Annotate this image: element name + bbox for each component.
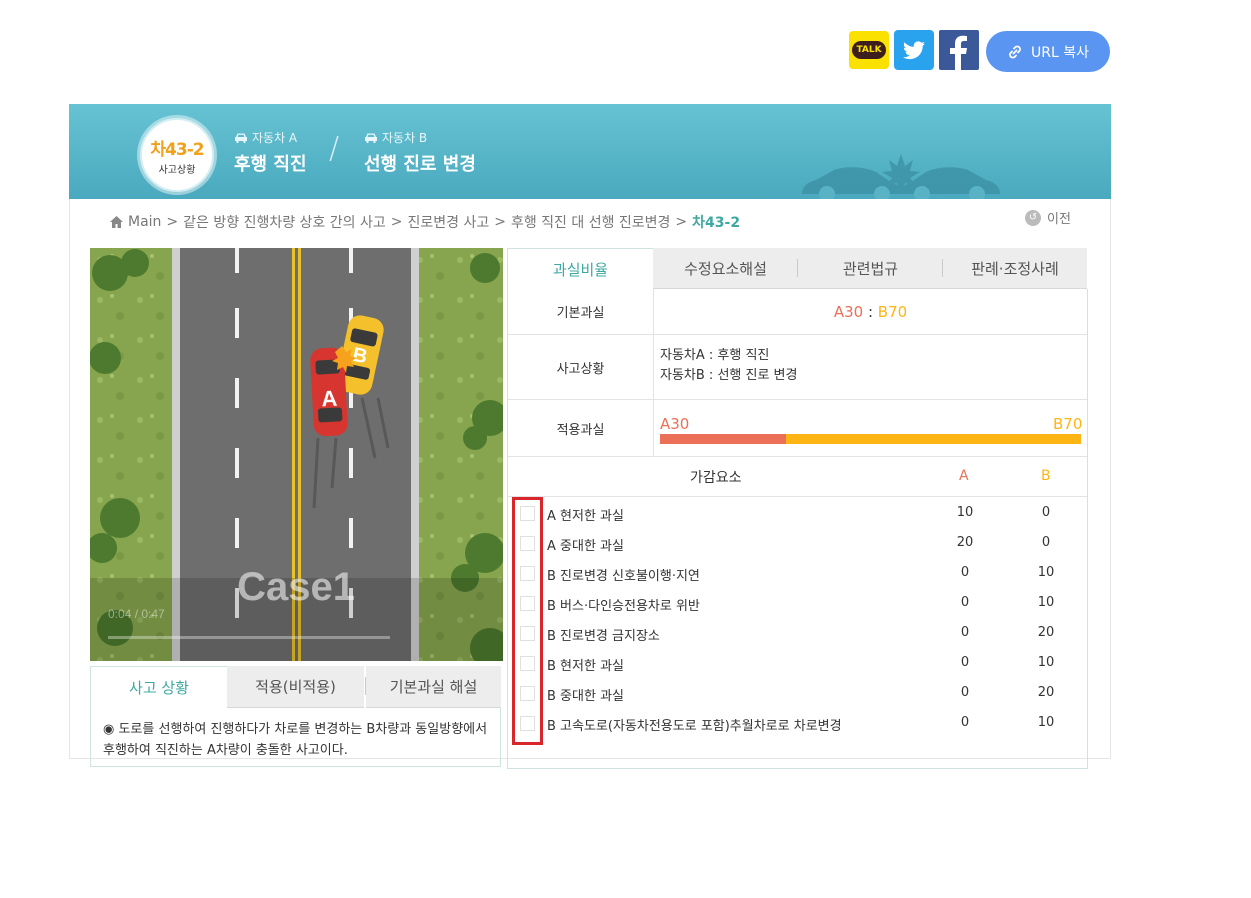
- tab-accident-situation[interactable]: 사고 상황: [90, 666, 228, 708]
- factor-label: B 진로변경 금지장소: [547, 629, 660, 644]
- factor-value-a: 0: [960, 565, 970, 580]
- tab-adjustment-explanation[interactable]: 수정요소해설: [653, 248, 798, 289]
- tab-related-laws[interactable]: 관련법규: [798, 248, 943, 289]
- factor-value-b: 20: [1037, 625, 1055, 640]
- car-a-label: A: [321, 386, 338, 412]
- twitter-bird-icon: [903, 41, 925, 60]
- factor-value-b: 10: [1037, 565, 1055, 580]
- tab-basic-fault-explanation[interactable]: 기본과실 해설: [366, 666, 501, 708]
- kakaotalk-icon: TALK: [852, 41, 886, 59]
- back-arrow-icon: ↺: [1025, 209, 1041, 226]
- applied-fault-b: B70: [1053, 415, 1083, 433]
- factor-label: A 현저한 과실: [547, 509, 624, 524]
- basic-fault-b: B70: [877, 302, 908, 321]
- accident-video-player[interactable]: B A Case1 0:04 / 0:47: [90, 248, 503, 661]
- car-icon: [235, 133, 247, 143]
- factor-label: B 고속도로(자동차전용도로 포함)추월차로로 차로변경: [547, 719, 842, 734]
- case-header: 차43-2 사고상황 자동차 A 후행 직진 / 자동차 B 선행 진로 변경: [69, 104, 1111, 199]
- crash-illustration-icon: [802, 154, 1000, 199]
- twitter-share-button[interactable]: [894, 30, 934, 70]
- url-copy-label: URL 복사: [1031, 44, 1089, 61]
- breadcrumb: Main > 같은 방향 진행차량 상호 간의 사고 > 진로변경 사고 > 후…: [110, 212, 740, 232]
- vehicle-b-action: 선행 진로 변경: [364, 154, 476, 175]
- vehicle-a-info: 자동차 A 후행 직진: [234, 129, 307, 176]
- factor-value-b: 10: [1037, 655, 1055, 670]
- factor-label: B 버스·다인승전용차로 위반: [547, 599, 700, 614]
- vehicle-b-info: 자동차 B 선행 진로 변경: [364, 129, 476, 176]
- factor-label: B 진로변경 신호불이행·지연: [547, 569, 700, 584]
- video-progress-bar[interactable]: [108, 636, 390, 639]
- breadcrumb-separator: >: [675, 214, 688, 230]
- fault-ratio-bar: [660, 434, 1081, 444]
- case-sub: 사고상황: [158, 165, 196, 176]
- breadcrumb-item[interactable]: 후행 직진 대 선행 진로변경: [511, 212, 670, 232]
- home-icon: [110, 216, 123, 228]
- right-tab-bar: 과실비율 수정요소해설 관련법규 판례·조정사례: [507, 248, 1087, 289]
- basic-fault-label: 기본과실: [508, 289, 654, 334]
- case-badge: 차43-2 사고상황: [140, 118, 214, 192]
- prev-button[interactable]: ↺ 이전: [1025, 208, 1071, 227]
- tab-fault-ratio[interactable]: 과실비율: [507, 248, 654, 289]
- factor-col-b: B: [1041, 468, 1051, 484]
- tab-precedents[interactable]: 판례·조정사례: [943, 248, 1087, 289]
- vehicle-a-label: 자동차 A: [252, 131, 298, 145]
- case-overlay-text: Case1: [237, 565, 355, 609]
- row-divider: [508, 456, 1087, 457]
- url-copy-button[interactable]: URL 복사: [986, 31, 1110, 72]
- basic-fault-separator: :: [863, 302, 878, 321]
- breadcrumb-separator: >: [166, 214, 179, 230]
- tab-application[interactable]: 적용(비적용): [227, 666, 364, 708]
- factor-label: B 현저한 과실: [547, 659, 624, 674]
- factor-value-a: 0: [960, 595, 970, 610]
- factor-value-b: 10: [1037, 715, 1055, 730]
- factor-value-a: 0: [960, 685, 970, 700]
- factor-value-b: 0: [1041, 505, 1051, 520]
- factor-label: B 중대한 과실: [547, 689, 624, 704]
- left-tab-bar: 사고 상황 적용(비적용) 기본과실 해설: [90, 666, 501, 708]
- vehicle-a-action: 후행 직진: [234, 154, 307, 175]
- facebook-f-icon: [950, 35, 967, 70]
- video-time: 0:04 / 0:47: [108, 607, 165, 621]
- factor-value-b: 10: [1037, 595, 1055, 610]
- car-icon: [365, 133, 377, 143]
- factor-value-b: 20: [1037, 685, 1055, 700]
- checkbox-highlight-box: [512, 497, 543, 745]
- factor-value-a: 0: [960, 625, 970, 640]
- situation-label: 사고상황: [508, 335, 654, 399]
- road-scene: B A Case1 0:04 / 0:47: [90, 248, 503, 661]
- basic-fault-a: A30: [833, 302, 864, 321]
- factor-value-b: 0: [1041, 535, 1051, 550]
- fault-bar-a: [660, 434, 787, 444]
- facebook-share-button[interactable]: [939, 30, 979, 70]
- basic-fault-value: A30 : B70: [654, 289, 1087, 334]
- header-divider: /: [329, 131, 340, 166]
- factor-label: A 중대한 과실: [547, 539, 624, 554]
- breadcrumb-item[interactable]: 같은 방향 진행차량 상호 간의 사고: [183, 212, 386, 232]
- prev-label: 이전: [1047, 212, 1071, 227]
- row-divider: [508, 496, 1087, 497]
- fault-bar-b: [786, 434, 1081, 444]
- situation-value: 자동차A : 후행 직진 자동차B : 선행 진로 변경: [660, 346, 797, 386]
- breadcrumb-item[interactable]: Main: [128, 214, 161, 230]
- accident-description: ◉ 도로를 선행하여 진행하다가 차로를 변경하는 B차량과 동일방향에서 후행…: [90, 707, 501, 767]
- link-icon: [1009, 45, 1021, 58]
- factor-value-a: 0: [960, 715, 970, 730]
- breadcrumb-item[interactable]: 진로변경 사고: [407, 212, 489, 232]
- applied-fault-label: 적용과실: [508, 400, 654, 456]
- breadcrumb-current: 차43-2: [692, 215, 741, 231]
- kakaotalk-share-button[interactable]: TALK: [849, 31, 889, 69]
- breadcrumb-separator: >: [494, 214, 506, 230]
- case-code: 차43-2: [150, 140, 204, 160]
- situation-a: 자동차A : 후행 직진: [660, 348, 770, 363]
- factor-col-a: A: [959, 468, 969, 484]
- factor-value-a: 20: [956, 535, 974, 550]
- factor-value-a: 10: [956, 505, 974, 520]
- factor-header: 가감요소: [690, 470, 742, 486]
- vehicle-b-label: 자동차 B: [382, 131, 428, 145]
- situation-b: 자동차B : 선행 진로 변경: [660, 368, 798, 383]
- applied-fault-a: A30: [660, 415, 690, 433]
- factor-value-a: 0: [960, 655, 970, 670]
- breadcrumb-separator: >: [390, 214, 403, 230]
